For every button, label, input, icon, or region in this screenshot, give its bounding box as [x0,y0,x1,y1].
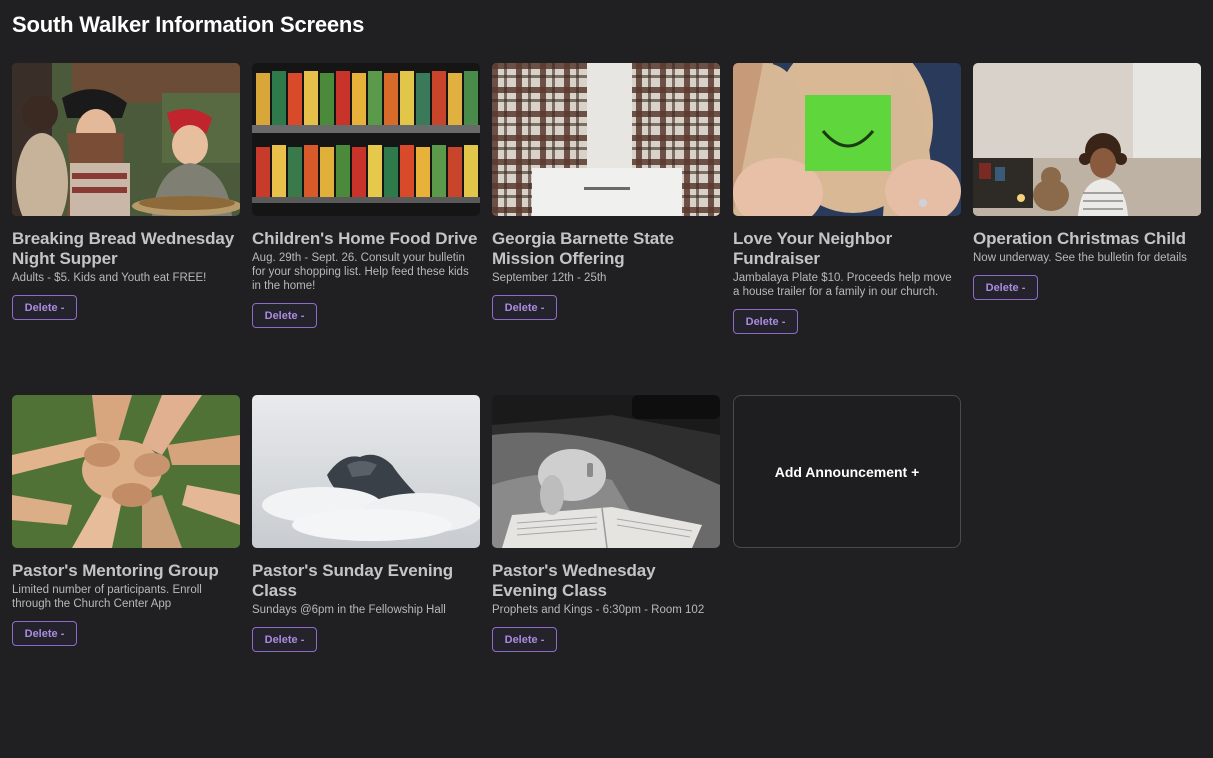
delete-button[interactable]: Delete - [252,303,317,328]
announcement-card: Pastor's Wednesday Evening Class Prophet… [492,395,720,652]
delete-button[interactable]: Delete - [973,275,1038,300]
announcement-image[interactable] [252,395,480,548]
announcement-description: Now underway. See the bulletin for detai… [973,252,1187,264]
announcement-card: Operation Christmas Child Now underway. … [973,63,1201,300]
announcement-image[interactable] [973,63,1201,216]
announcement-image[interactable] [492,395,720,548]
announcement-title: Children's Home Food Drive [252,229,478,248]
announcement-image[interactable] [12,395,240,548]
page: South Walker Information Screens Breakin… [0,0,1213,758]
add-announcement-label: Add Announcement + [774,463,920,480]
page-title: South Walker Information Screens [12,12,365,37]
announcement-title: Pastor's Sunday Evening Class [252,561,454,600]
announcement-card: Pastor's Mentoring Group Limited number … [12,395,240,646]
announcement-title: Pastor's Wednesday Evening Class [492,561,656,600]
announcement-description: Prophets and Kings - 6:30pm - Room 102 [492,604,705,616]
announcement-title: Pastor's Mentoring Group [12,561,219,580]
smiley-note-photo [733,63,961,216]
announcement-description: Limited number of participants. Enroll t… [12,584,202,610]
child-with-toys-photo [973,63,1201,216]
announcement-title: Breaking Bread Wednesday Night Supper [12,229,235,268]
announcement-image[interactable] [252,63,480,216]
announcement-description: Jambalaya Plate $10. Proceeds help move … [733,272,952,298]
announcement-description: Adults - $5. Kids and Youth eat FREE! [12,272,207,284]
announcement-image[interactable] [12,63,240,216]
open-bible-photo [492,395,720,548]
delete-button[interactable]: Delete - [12,295,77,320]
announcement-card: Georgia Barnette State Mission Offering … [492,63,720,320]
announcement-image[interactable] [492,63,720,216]
mountain-clouds-photo [252,395,480,548]
announcement-title: Love Your Neighbor Fundraiser [733,229,893,268]
announcement-card: Children's Home Food Drive Aug. 29th - S… [252,63,480,328]
announcement-card: Love Your Neighbor Fundraiser Jambalaya … [733,63,961,334]
announcement-description: Aug. 29th - Sept. 26. Consult your bulle… [252,252,469,292]
delete-button[interactable]: Delete - [733,309,798,334]
canned-food-shelves-photo [252,63,480,216]
delete-button[interactable]: Delete - [492,627,557,652]
announcement-description: September 12th - 25th [492,272,607,284]
delete-button[interactable]: Delete - [12,621,77,646]
delete-button[interactable]: Delete - [252,627,317,652]
delete-button[interactable]: Delete - [492,295,557,320]
announcement-card: Pastor's Sunday Evening Class Sundays @6… [252,395,480,652]
family-dinner-photo [12,63,240,216]
announcement-image[interactable] [733,63,961,216]
add-announcement-button[interactable]: Add Announcement + [733,395,961,548]
announcement-title: Operation Christmas Child [973,229,1186,248]
announcement-card: Breaking Bread Wednesday Night Supper Ad… [12,63,240,320]
linked-hands-photo [12,395,240,548]
announcement-title: Georgia Barnette State Mission Offering [492,229,675,268]
announcement-description: Sundays @6pm in the Fellowship Hall [252,604,446,616]
offering-box-photo [492,63,720,216]
